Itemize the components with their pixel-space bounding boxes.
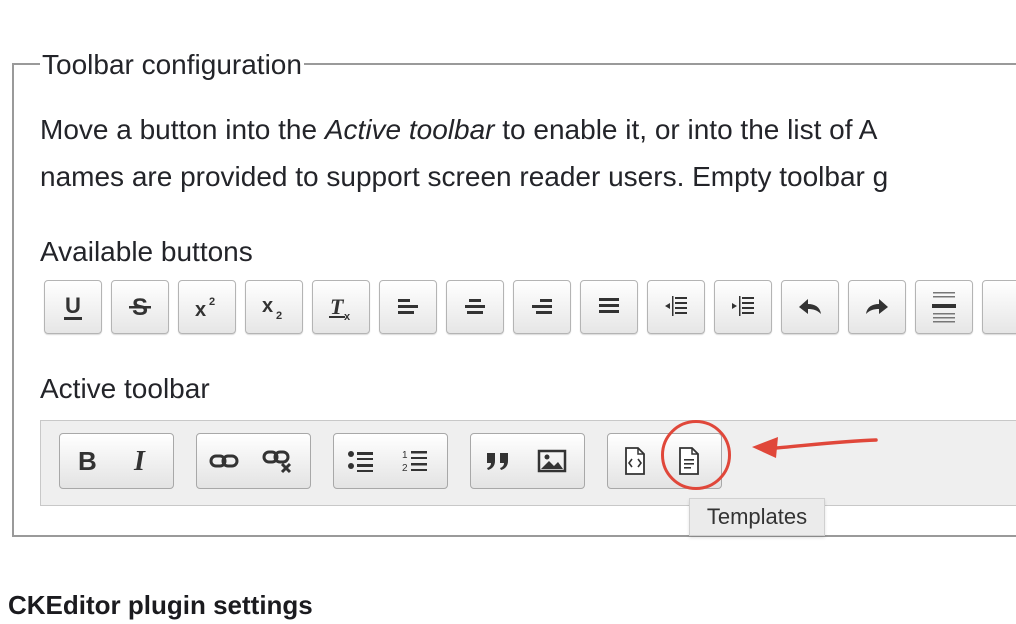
align-center-icon[interactable] [446,280,504,334]
undo-icon[interactable] [781,280,839,334]
link-icon[interactable] [197,434,251,488]
justify-icon[interactable] [580,280,638,334]
plugin-settings-heading: CKEditor plugin settings [8,590,313,620]
image-icon[interactable] [525,434,579,488]
svg-text:I: I [133,447,146,475]
subscript-icon[interactable]: x2 [245,280,303,334]
italic-icon[interactable]: I [114,434,168,488]
numbered-list-icon[interactable]: 12 [388,434,442,488]
annotation-circle [661,420,731,490]
annotation-arrow-icon [752,437,878,458]
description-emphasis: Active toolbar [324,114,495,145]
fieldset-legend: Toolbar configuration [40,47,304,83]
toolbar-group-media[interactable] [470,433,585,489]
horizontal-rule-icon[interactable] [915,280,973,334]
toolbar-group-links[interactable] [196,433,311,489]
strikethrough-icon[interactable]: S [111,280,169,334]
svg-text:2: 2 [276,310,282,322]
svg-text:x: x [195,299,206,321]
description-text: to enable it, or into the list of A [494,114,878,145]
source-icon[interactable] [608,434,662,488]
svg-text:1: 1 [402,450,408,461]
fieldset-description: Move a button into the Active toolbar to… [40,106,1016,200]
toolbar-group-lists[interactable]: 12 [333,433,448,489]
svg-text:B: B [78,447,97,475]
svg-text:x: x [262,295,273,317]
bulleted-list-icon[interactable] [334,434,388,488]
blockquote-icon[interactable] [471,434,525,488]
indent-icon[interactable] [714,280,772,334]
superscript-icon[interactable]: x2 [178,280,236,334]
align-left-icon[interactable] [379,280,437,334]
underline-icon[interactable]: U [44,280,102,334]
templates-tooltip: Templates [689,498,825,536]
svg-text:U: U [65,293,81,318]
outdent-icon[interactable] [647,280,705,334]
align-right-icon[interactable] [513,280,571,334]
more-icon[interactable] [982,280,1016,334]
remove-format-icon[interactable]: Tx [312,280,370,334]
redo-icon[interactable] [848,280,906,334]
available-buttons-row: U S x2 x2 Tx [44,280,1016,334]
svg-text:2: 2 [402,463,408,474]
active-toolbar-label: Active toolbar [40,373,210,404]
bold-icon[interactable]: B [60,434,114,488]
description-text: names are provided to support screen rea… [40,161,889,192]
description-text: Move a button into the [40,114,325,145]
toolbar-group-formatting[interactable]: B I [59,433,174,489]
svg-text:T: T [330,294,345,319]
svg-text:x: x [344,311,351,322]
svg-text:2: 2 [209,296,215,308]
unlink-icon[interactable] [251,434,305,488]
available-buttons-label: Available buttons [40,236,253,267]
